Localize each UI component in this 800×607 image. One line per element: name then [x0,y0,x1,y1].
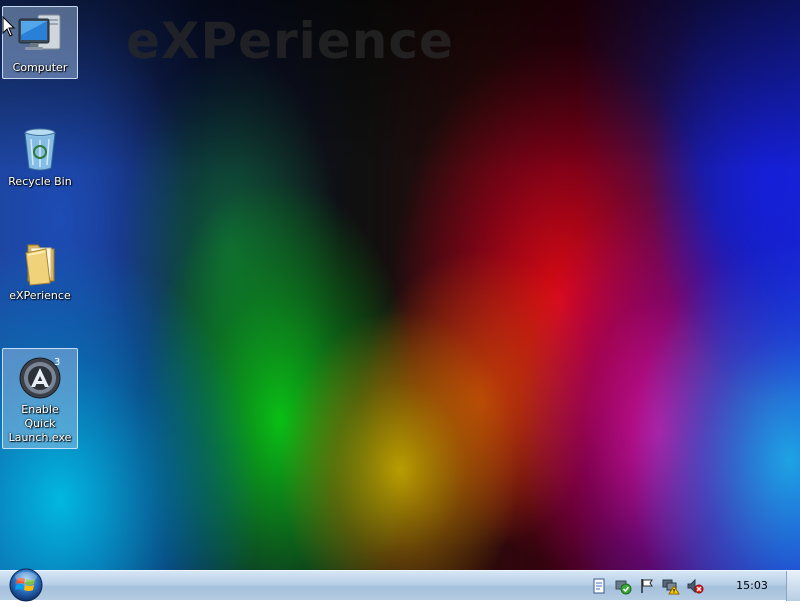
document-icon[interactable] [590,577,608,595]
action-center-flag-icon[interactable] [638,577,656,595]
desktop-icon-enable-quick-launch[interactable]: 3 Enable Quick Launch.exe [2,348,78,449]
mouse-cursor-icon [2,16,16,37]
recycle-bin-icon [24,128,56,171]
desktop-icon-label: eXPerience [9,289,71,302]
desktop-icon-label: Computer [12,61,68,74]
network-warning-icon[interactable] [662,577,680,595]
clock[interactable]: 15:03 [724,571,780,601]
quick-launch-icon: 3 [19,357,61,399]
wallpaper-watermark: eXPerience [126,12,454,70]
security-check-icon[interactable] [614,577,632,595]
volume-muted-icon[interactable] [686,577,704,595]
taskbar: 15:03 [0,567,800,603]
desktop-icon-label: Recycle Bin [8,175,72,188]
windows-orb-icon [9,568,43,602]
desktop[interactable]: eXPerience Computer Recycle Bin eXPerien… [0,0,800,570]
notification-area [590,577,704,595]
desktop-icon-experience-folder[interactable]: eXPerience [2,234,78,307]
start-button[interactable] [8,567,44,603]
computer-icon [18,14,61,50]
wallpaper-shade-top [0,0,800,570]
desktop-icon-recycle-bin[interactable]: Recycle Bin [2,120,78,193]
show-desktop-button[interactable] [786,571,800,601]
svg-text:3: 3 [54,357,60,368]
desktop-icon-label: Enable Quick Launch.exe [8,403,72,444]
folder-icon [25,244,55,286]
